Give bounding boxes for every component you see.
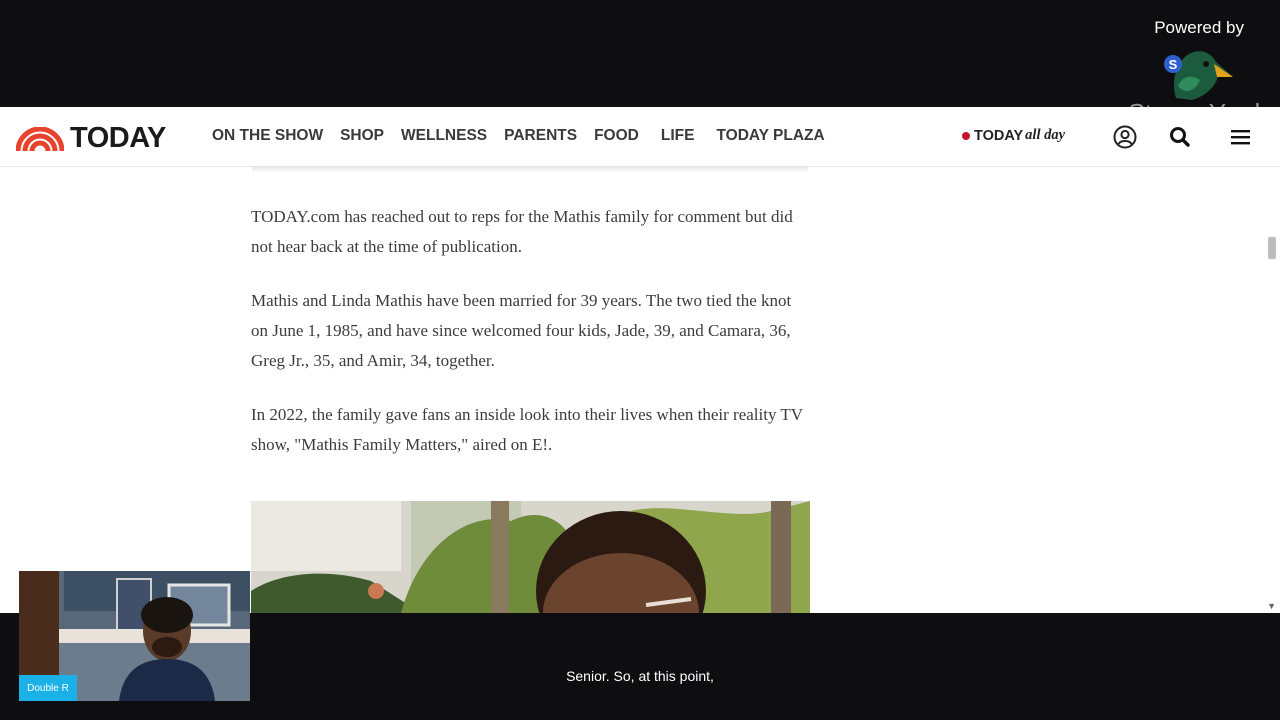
nav-shop[interactable]: SHOP — [340, 127, 384, 145]
article-paragraph: TODAY.com has reached out to reps for th… — [251, 207, 793, 256]
duck-badge-letter: S — [1169, 57, 1178, 72]
nav-on-the-show[interactable]: ON THE SHOW — [212, 127, 323, 145]
powered-by-label: Powered by — [1154, 18, 1244, 37]
article-paragraph: Mathis and Linda Mathis have been marrie… — [251, 291, 792, 370]
site-header: TODAY ON THE SHOW SHOP WELLNESS PARENTS … — [0, 107, 1280, 167]
article-paragraph: In 2022, the family gave fans an inside … — [251, 405, 803, 454]
today-all-day-link[interactable]: TODAY all day — [962, 127, 1065, 144]
allday-suffix: all day — [1025, 127, 1066, 143]
allday-brand: TODAY — [974, 127, 1024, 144]
today-logo[interactable]: TODAY — [16, 122, 166, 155]
article-body: TODAY.com has reached out to reps for th… — [251, 202, 811, 484]
participant-name-badge: Double R — [19, 675, 77, 701]
streamyard-watermark: StreamYard — [1128, 98, 1260, 128]
rainbow-logo-icon — [16, 126, 64, 151]
stream-stage: Powered by S StreamYard TODAY ON THE SHO… — [0, 0, 1280, 720]
streamyard-duck-icon: S — [1164, 51, 1233, 100]
nav-food[interactable]: FOOD — [594, 127, 639, 145]
scroll-down-arrow-icon[interactable]: ▼ — [1267, 601, 1276, 611]
logo-text: TODAY — [70, 122, 166, 154]
scroll-thumb[interactable] — [1268, 237, 1276, 259]
live-dot-icon — [962, 131, 970, 140]
main-nav: ON THE SHOW SHOP WELLNESS PARENTS FOOD L… — [212, 127, 842, 145]
nav-wellness[interactable]: WELLNESS — [401, 127, 487, 145]
nav-parents[interactable]: PARENTS — [504, 127, 577, 145]
page-scrollbar[interactable]: ▼ — [1264, 167, 1280, 613]
browser-viewport: TODAY ON THE SHOW SHOP WELLNESS PARENTS … — [0, 107, 1280, 613]
article-photo[interactable] — [251, 501, 810, 613]
nav-today-plaza[interactable]: TODAY PLAZA — [716, 127, 824, 145]
webcam-feed: Double R — [19, 571, 250, 701]
content-divider — [252, 167, 808, 173]
nav-life[interactable]: LIFE — [661, 127, 695, 145]
